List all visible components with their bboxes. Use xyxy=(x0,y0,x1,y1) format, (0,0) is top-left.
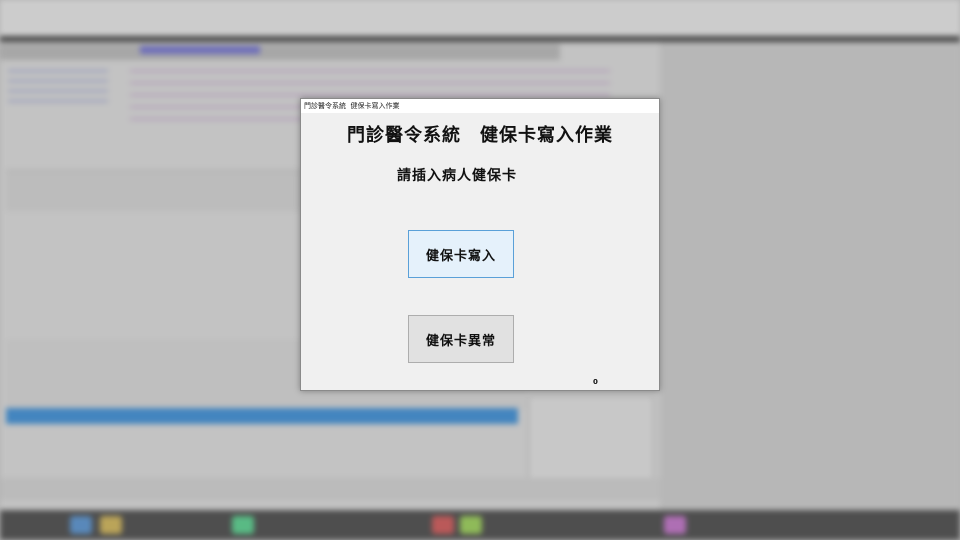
health-card-write-dialog: 門診醫令系統 健保卡寫入作業 門診醫令系統 健保卡寫入作業 請插入病人健保卡 健… xyxy=(300,98,660,391)
insert-card-instruction: 請插入病人健保卡 xyxy=(397,168,517,184)
status-counter: 0 xyxy=(593,378,598,386)
card-error-button[interactable]: 健保卡異常 xyxy=(408,315,514,363)
dialog-heading: 門診醫令系統 健保卡寫入作業 xyxy=(347,125,613,146)
dialog-title-bar[interactable]: 門診醫令系統 健保卡寫入作業 xyxy=(301,99,659,113)
write-card-button[interactable]: 健保卡寫入 xyxy=(408,230,514,278)
